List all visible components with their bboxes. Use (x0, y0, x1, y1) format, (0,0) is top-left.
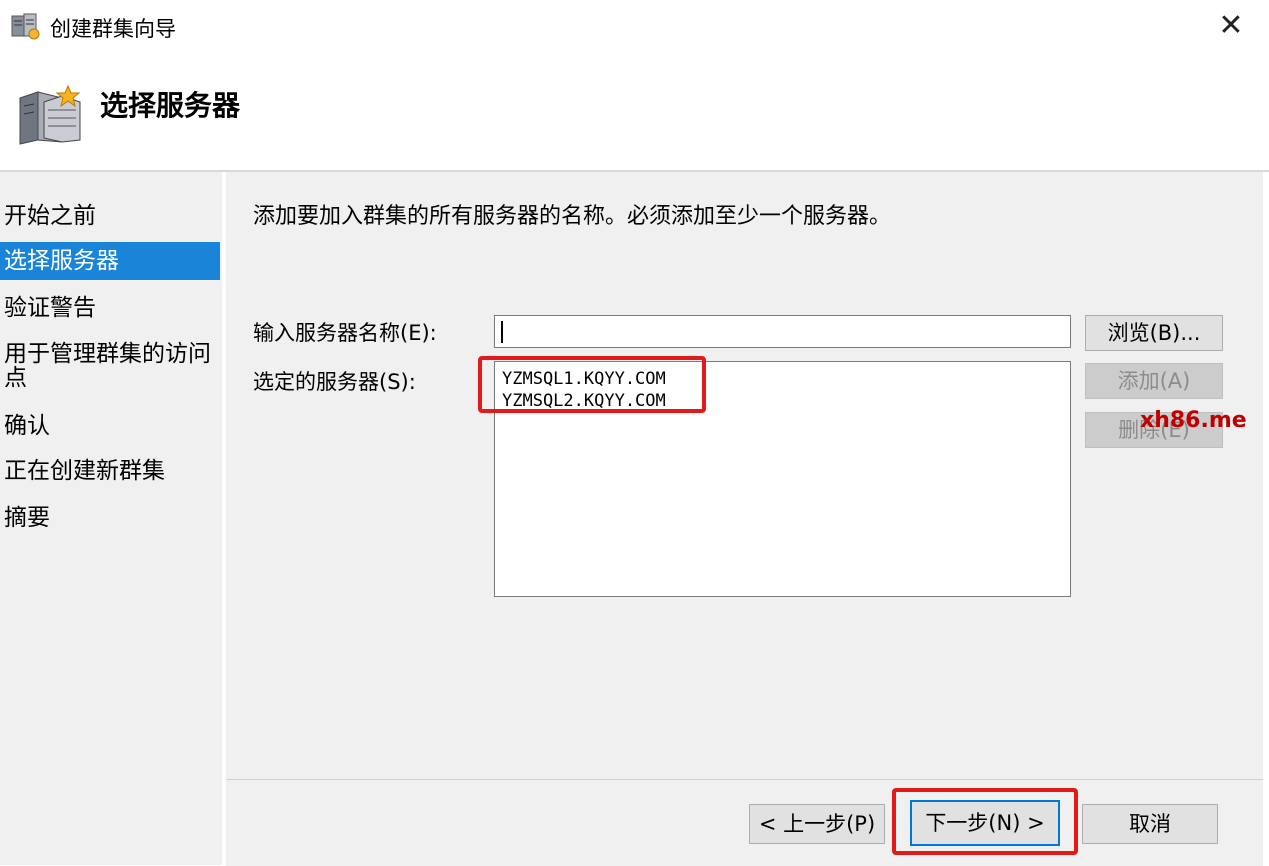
close-button[interactable]: ✕ (1206, 6, 1256, 46)
window-edge (1263, 172, 1269, 865)
watermark-text: xh86.me (1140, 408, 1247, 433)
nav-item-summary[interactable]: 摘要 (0, 504, 220, 532)
wizard-footer: < 上一步(P) 下一步(N) > 取消 (226, 779, 1263, 866)
selected-servers-label: 选定的服务器(S): (253, 370, 416, 394)
title-bar: 创建群集向导 ✕ (0, 0, 1269, 56)
cancel-button[interactable]: 取消 (1082, 804, 1218, 844)
cluster-server-icon (11, 13, 40, 40)
close-icon: ✕ (1218, 8, 1244, 43)
nav-item-confirmation[interactable]: 确认 (0, 412, 220, 440)
nav-item-access-point[interactable]: 用于管理群集的访问点 (0, 342, 220, 390)
server-name-label: 输入服务器名称(E): (253, 321, 437, 345)
nav-item-select-servers[interactable]: 选择服务器 (0, 242, 220, 280)
server-name-input[interactable] (494, 315, 1071, 348)
text-caret (501, 321, 503, 343)
page-title: 选择服务器 (100, 89, 241, 122)
main-content: 添加要加入群集的所有服务器的名称。必须添加至少一个服务器。 输入服务器名称(E)… (226, 172, 1263, 779)
nav-item-validation-warning[interactable]: 验证警告 (0, 294, 220, 322)
browse-button[interactable]: 浏览(B)... (1085, 315, 1223, 351)
instruction-text: 添加要加入群集的所有服务器的名称。必须添加至少一个服务器。 (253, 204, 892, 229)
back-button[interactable]: < 上一步(P) (749, 804, 885, 844)
window-title: 创建群集向导 (50, 17, 176, 41)
nav-item-creating-cluster[interactable]: 正在创建新群集 (0, 457, 220, 485)
wizard-steps-nav: 开始之前 选择服务器 验证警告 用于管理群集的访问点 确认 正在创建新群集 摘要 (0, 172, 222, 865)
highlight-box-next (892, 788, 1078, 855)
highlight-box-servers (478, 356, 706, 413)
wizard-header: 选择服务器 (0, 56, 1269, 170)
nav-item-before-you-begin[interactable]: 开始之前 (0, 202, 220, 230)
add-button[interactable]: 添加(A) (1085, 363, 1223, 399)
server-rack-icon (19, 84, 81, 145)
